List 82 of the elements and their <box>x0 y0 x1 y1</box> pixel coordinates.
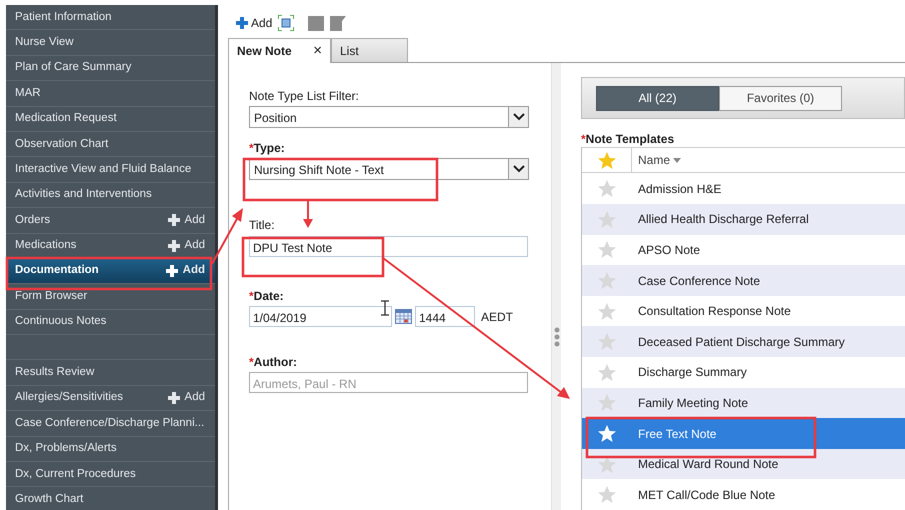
square-icon <box>308 14 324 31</box>
arrow <box>211 208 243 264</box>
star-icon[interactable] <box>598 210 616 228</box>
field-label: *Type: <box>249 141 285 156</box>
sidebar-item[interactable]: Allergies/Sensitivities Add <box>6 386 215 412</box>
star-icon[interactable] <box>598 425 616 442</box>
add-link[interactable]: Add <box>168 212 205 229</box>
template-row[interactable]: Deceased Patient Discharge Summary <box>582 326 905 358</box>
template-row[interactable]: MET Call/Code Blue Note <box>582 479 905 510</box>
input-field[interactable]: DPU Test Note <box>249 236 528 258</box>
sidebar-item[interactable]: MAR <box>6 81 215 107</box>
field-label: *Date: <box>249 289 284 304</box>
add-link[interactable]: Add <box>168 237 205 254</box>
sidebar-item[interactable]: Growth Chart <box>6 487 215 510</box>
sidebar-item[interactable]: Orders Add <box>6 208 215 234</box>
template-row[interactable]: Discharge Summary <box>582 357 905 388</box>
sidebar-item[interactable]: Observation Chart <box>6 132 215 158</box>
sidebar-item[interactable]: Interactive View and Fluid Balance <box>6 157 215 183</box>
column-header[interactable]: Name <box>632 151 682 170</box>
star-icon[interactable] <box>598 364 616 381</box>
calendar-icon[interactable] <box>395 309 412 324</box>
add-link[interactable]: Add <box>168 389 205 407</box>
star-icon[interactable] <box>598 486 616 504</box>
sidebar-item[interactable]: Case Conference/Discharge Planni... <box>6 411 215 437</box>
dropdown[interactable]: Position <box>249 106 529 128</box>
sidebar-item[interactable]: Medications Add <box>6 234 215 259</box>
template-row[interactable]: Allied Health Discharge Referral <box>582 204 905 235</box>
template-row[interactable]: Consultation Response Note <box>582 296 905 326</box>
sidebar-item[interactable]: Continuous Notes <box>6 310 215 336</box>
time-field[interactable]: 1444 <box>415 306 475 328</box>
date-field[interactable]: 1/04/2019 <box>249 306 392 328</box>
expand-icon <box>278 14 294 31</box>
template-row[interactable]: APSO Note <box>582 234 905 266</box>
input-field: Arumets, Paul - RN <box>249 372 528 394</box>
chevron-down-icon <box>512 165 524 174</box>
field-label: *Author: <box>249 355 297 370</box>
sidebar-item[interactable]: Medication Request <box>6 106 215 132</box>
field-label: Note Type List Filter: <box>249 89 359 104</box>
add-button[interactable]: Add <box>236 14 272 32</box>
template-row[interactable]: Family Meeting Note <box>582 388 905 418</box>
plus-icon <box>168 240 180 252</box>
arrow <box>303 201 313 228</box>
sidebar-item[interactable]: Form Browser <box>6 284 215 310</box>
star-icon[interactable] <box>598 241 616 258</box>
sidebar-item[interactable]: Plan of Care Summary <box>6 56 215 82</box>
star-icon[interactable] <box>598 272 616 290</box>
chevron-down-icon <box>512 113 524 122</box>
template-row[interactable]: Case Conference Note <box>582 265 905 296</box>
sidebar-item[interactable]: Nurse View <box>6 30 215 56</box>
text-cursor-icon <box>380 300 390 316</box>
field-label: Title: <box>249 218 275 232</box>
add-link[interactable]: Add <box>166 262 205 280</box>
section-title: *Note Templates <box>581 132 676 148</box>
time-zone: AEDT <box>481 308 514 326</box>
template-row[interactable]: Medical Ward Round Note <box>582 448 905 480</box>
splitter-handle[interactable] <box>551 63 561 510</box>
template-row[interactable]: Free Text Note <box>582 418 905 449</box>
plus-icon <box>236 16 248 29</box>
star-icon[interactable] <box>598 333 616 350</box>
filter-button[interactable]: All (22) <box>596 86 719 111</box>
plus-icon <box>168 392 180 404</box>
sidebar-item[interactable]: Activities and Interventions <box>6 182 215 208</box>
plus-icon <box>168 214 180 226</box>
tab[interactable]: List <box>331 38 408 62</box>
sort-caret-icon <box>673 158 682 163</box>
sidebar-item[interactable]: Dx, Current Procedures <box>6 462 215 488</box>
close-button[interactable]: × <box>313 40 322 63</box>
favorite-star-icon <box>598 152 616 169</box>
sidebar-item[interactable]: Documentation Add <box>6 258 215 284</box>
star-icon[interactable] <box>598 394 616 412</box>
plus-icon <box>166 265 178 278</box>
star-icon[interactable] <box>598 302 616 320</box>
sidebar-item[interactable]: Patient Information <box>6 5 215 30</box>
filter-button[interactable]: Favorites (0) <box>719 86 842 111</box>
tab[interactable]: New Note × <box>228 38 331 64</box>
dropdown[interactable]: Nursing Shift Note - Text <box>249 158 529 180</box>
star-icon[interactable] <box>598 456 616 473</box>
template-row[interactable]: Admission H&E <box>582 173 905 204</box>
sidebar-item[interactable]: Dx, Problems/Alerts <box>6 436 215 462</box>
grip-icon <box>554 326 560 347</box>
sidebar-item[interactable]: Results Review <box>6 360 215 386</box>
star-icon[interactable] <box>598 180 616 198</box>
